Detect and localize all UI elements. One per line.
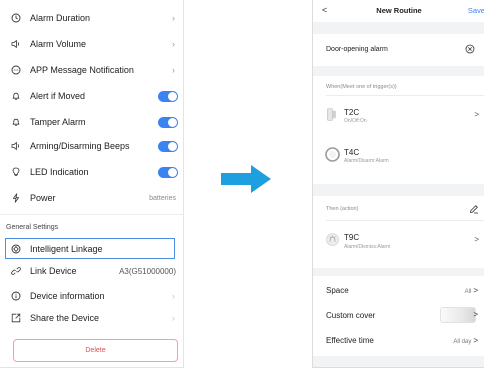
trigger-name: T2C [344, 108, 360, 117]
chevron-right-icon: › [172, 39, 175, 49]
divider [326, 95, 484, 96]
routine-name-input[interactable]: Door-opening alarm [326, 46, 388, 53]
action-name: T9C [344, 233, 360, 242]
trigger-status: Alarm/Disarm:Alarm [344, 158, 389, 164]
settings-row-app-notification[interactable]: APP Message Notification › [0, 58, 184, 82]
settings-row-led-indication[interactable]: LED Indication [0, 160, 184, 184]
lightning-icon [11, 193, 21, 203]
clock-icon [11, 13, 21, 23]
chevron-right-icon: > [473, 286, 478, 295]
link-icon [11, 266, 21, 276]
effective-time-label: Effective time [326, 336, 374, 345]
bell-icon [11, 91, 21, 101]
settings-row-label: APP Message Notification [30, 65, 134, 75]
siren-icon [326, 233, 339, 246]
message-icon [11, 65, 21, 75]
page-title: New Routine [376, 6, 422, 15]
motion-sensor-icon [325, 147, 340, 162]
chevron-right-icon: › [172, 313, 175, 323]
new-routine-screen: < New Routine Save Door-opening alarm Wh… [312, 0, 484, 368]
action-status: Alarm/Dismiss:Alarm [344, 244, 391, 250]
share-icon [11, 313, 21, 323]
space-label: Space [326, 286, 349, 295]
settings-row-intelligent-linkage[interactable]: Intelligent Linkage [0, 237, 184, 261]
settings-row-label: Share the Device [30, 313, 100, 323]
chevron-right-icon: > [473, 336, 478, 345]
settings-row-label: Link Device [30, 266, 77, 276]
settings-row-label: Alert if Moved [30, 91, 86, 101]
settings-row-arming-beeps[interactable]: Arming/Disarming Beeps [0, 134, 184, 158]
settings-row-alert-if-moved[interactable]: Alert if Moved [0, 84, 184, 108]
tamper-alarm-toggle[interactable] [158, 116, 178, 128]
speaker-icon [11, 39, 21, 49]
settings-row-device-information[interactable]: Device information › [0, 284, 184, 308]
trigger-name: T4C [344, 148, 360, 157]
trigger-item-t2c[interactable] [313, 102, 484, 130]
power-value: batteries [149, 194, 176, 202]
linkage-icon [11, 244, 21, 254]
device-settings-screen: Alarm Duration › Alarm Volume › APP Mess… [0, 0, 184, 368]
settings-row-tamper-alarm[interactable]: Tamper Alarm [0, 110, 184, 134]
led-indication-toggle[interactable] [158, 166, 178, 178]
save-button[interactable]: Save [468, 6, 484, 15]
settings-row-label: Intelligent Linkage [30, 244, 103, 254]
settings-row-label: Device information [30, 291, 105, 301]
nav-bar: < New Routine Save [313, 0, 484, 22]
chevron-right-icon: > [474, 110, 479, 119]
bell-icon [11, 117, 21, 127]
then-label: Then (action) [326, 206, 359, 212]
when-label: When(Meet one of trigger(s)) [326, 84, 397, 90]
divider [0, 214, 184, 215]
space-value: All > [464, 286, 478, 295]
divider [326, 220, 484, 221]
settings-row-link-device[interactable]: Link Device A3(G51000000) [0, 259, 184, 283]
settings-row-alarm-duration[interactable]: Alarm Duration › [0, 6, 184, 30]
clear-icon[interactable] [465, 44, 475, 54]
door-sensor-icon [327, 108, 336, 121]
settings-row-alarm-volume[interactable]: Alarm Volume › [0, 32, 184, 56]
edit-icon[interactable] [469, 204, 479, 214]
settings-row-label: Alarm Duration [30, 13, 91, 23]
settings-row-power: Power batteries [0, 186, 184, 210]
settings-row-label: Power [30, 193, 56, 203]
settings-row-label: Alarm Volume [30, 39, 87, 49]
link-device-value: A3(G51000000) [119, 266, 176, 276]
settings-row-share-device[interactable]: Share the Device › [0, 306, 184, 330]
custom-cover-label: Custom cover [326, 311, 376, 320]
chevron-right-icon: › [172, 65, 175, 75]
settings-row-label: Tamper Alarm [30, 117, 86, 127]
settings-row-label: LED Indication [30, 167, 89, 177]
bulb-icon [11, 167, 21, 177]
trigger-status: On/Off:On [344, 118, 367, 124]
delete-button[interactable]: Delete [13, 339, 178, 362]
transition-arrow-icon [221, 165, 271, 193]
chevron-right-icon: › [172, 13, 175, 23]
speaker-icon [11, 141, 21, 151]
settings-row-label: Arming/Disarming Beeps [30, 141, 130, 151]
alert-if-moved-toggle[interactable] [158, 90, 178, 102]
chevron-right-icon: › [172, 291, 175, 301]
info-icon [11, 291, 21, 301]
effective-time-value: All day > [453, 336, 478, 345]
chevron-right-icon: > [473, 310, 478, 319]
general-settings-heading: General Settings [6, 224, 59, 231]
arming-beeps-toggle[interactable] [158, 140, 178, 152]
chevron-right-icon: > [474, 235, 479, 244]
